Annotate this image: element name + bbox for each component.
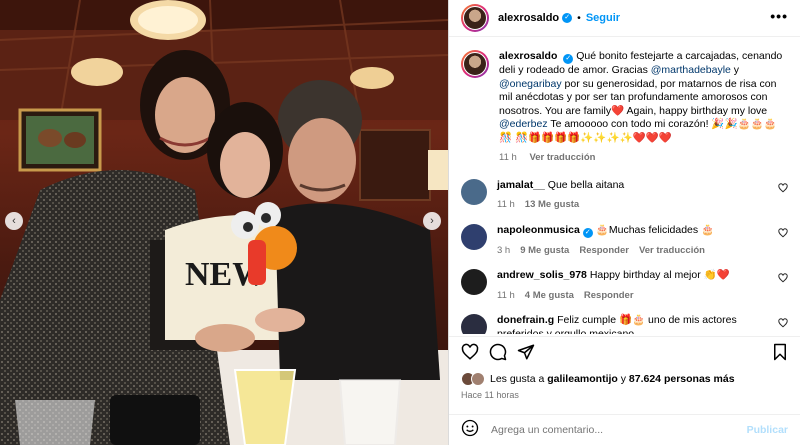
- comment-time: 11 h: [497, 199, 515, 210]
- comment-text: Que bella aitana: [547, 178, 625, 191]
- comment-time: 3 h: [497, 244, 511, 256]
- carousel-prev-button[interactable]: ‹: [5, 212, 23, 230]
- comment-input[interactable]: [491, 424, 747, 436]
- comment-icon[interactable]: [489, 343, 507, 364]
- verified-badge-icon: ✓: [562, 13, 573, 23]
- comment-text: 🎂Muchas felicidades 🎂: [595, 223, 715, 236]
- caption-text: Qué bonito festejarte a carcajadas, cena…: [499, 50, 782, 144]
- likes-prefix: Les gusta a: [490, 373, 548, 385]
- reply-button[interactable]: Responder: [584, 290, 634, 301]
- caption-text-segment: y: [730, 64, 740, 76]
- smiley-icon[interactable]: [461, 419, 481, 442]
- post-photo[interactable]: NEW ‹ ›: [0, 0, 448, 445]
- action-bar: [449, 336, 800, 366]
- commenter-username[interactable]: jamalat__: [497, 179, 545, 191]
- comment-likes-count[interactable]: 13 Me gusta: [525, 199, 579, 210]
- comment-likes-count[interactable]: 9 Me gusta: [520, 245, 569, 256]
- translate-link[interactable]: Ver traducción: [639, 245, 705, 256]
- commenter-avatar[interactable]: [461, 269, 487, 295]
- heart-outline-icon[interactable]: [461, 343, 479, 364]
- comment-like-heart-icon[interactable]: [778, 318, 788, 331]
- chevron-left-icon: ‹: [12, 214, 16, 227]
- comment-row: donefrain.g Feliz cumple 🎁🎂 uno de mis a…: [461, 314, 788, 334]
- post-side-panel: alexrosaldo ✓ • Seguir ••• alexrosaldo ✓…: [448, 0, 800, 445]
- author-username[interactable]: alexrosaldo: [498, 12, 559, 24]
- author-avatar[interactable]: [461, 4, 489, 32]
- separator-dot: •: [577, 12, 581, 24]
- likes-others-count[interactable]: 87.624 personas más: [629, 373, 735, 385]
- reply-button[interactable]: Responder: [579, 245, 629, 256]
- caption-username[interactable]: alexrosaldo: [499, 50, 557, 62]
- comment-row: andrew_solis_978 Happy birthday al mejor…: [461, 269, 788, 302]
- commenter-username[interactable]: napoleonmusica: [497, 224, 580, 236]
- comment-time: 11 h: [497, 289, 515, 301]
- carousel-next-button[interactable]: ›: [423, 212, 441, 230]
- add-comment-bar: Publicar: [449, 414, 800, 445]
- caption-mention-link[interactable]: @marthadebayle: [651, 64, 731, 76]
- likes-summary: Les gusta a galileamontijo y 87.624 pers…: [461, 372, 735, 386]
- more-options-icon[interactable]: •••: [770, 9, 788, 23]
- comment-like-heart-icon[interactable]: [778, 273, 788, 286]
- bookmark-icon[interactable]: [772, 343, 788, 364]
- publish-button[interactable]: Publicar: [747, 424, 788, 436]
- comment-likes-count[interactable]: 4 Me gusta: [525, 290, 574, 301]
- comment-like-heart-icon[interactable]: [778, 227, 788, 241]
- post-header: alexrosaldo ✓ • Seguir •••: [449, 0, 800, 37]
- likes-first-user[interactable]: galileamontijo: [547, 373, 618, 385]
- verified-badge-icon: ✓: [582, 227, 593, 238]
- photo-illustration: NEW: [0, 0, 448, 445]
- commenter-avatar[interactable]: [461, 178, 487, 205]
- caption-mention-link[interactable]: @onegaribay: [499, 78, 562, 90]
- caption-mention-link[interactable]: @ederbez: [499, 118, 548, 130]
- caption: alexrosaldo ✓ Qué bonito festejarte a ca…: [461, 50, 788, 165]
- commenter-avatar[interactable]: [461, 223, 487, 250]
- likes-connector: y: [617, 373, 629, 385]
- verified-badge-icon: ✓: [563, 54, 574, 64]
- post-timestamp[interactable]: Hace 11 horas: [461, 390, 519, 400]
- chevron-right-icon: ›: [430, 214, 434, 227]
- comment-like-heart-icon[interactable]: [778, 182, 788, 196]
- comment-row: jamalat__ Que bella aitana 11 h 13 Me gust…: [461, 178, 788, 212]
- commenter-username[interactable]: donefrain.g: [497, 314, 554, 326]
- comments-list[interactable]: alexrosaldo ✓ Qué bonito festejarte a ca…: [449, 38, 800, 334]
- commenter-avatar[interactable]: [461, 314, 487, 334]
- liker-avatar[interactable]: [471, 372, 485, 386]
- follow-button[interactable]: Seguir: [586, 12, 620, 24]
- caption-time: 11 h: [499, 152, 517, 163]
- comment-text: Happy birthday al mejor 👏❤️: [589, 269, 730, 281]
- commenter-username[interactable]: andrew_solis_978: [497, 269, 587, 281]
- caption-avatar[interactable]: [461, 50, 489, 78]
- translate-link[interactable]: Ver traducción: [529, 152, 595, 163]
- paper-plane-icon[interactable]: [517, 343, 535, 364]
- comment-row: napoleonmusica ✓ 🎂Muchas felicidades 🎂 3 h…: [461, 223, 788, 258]
